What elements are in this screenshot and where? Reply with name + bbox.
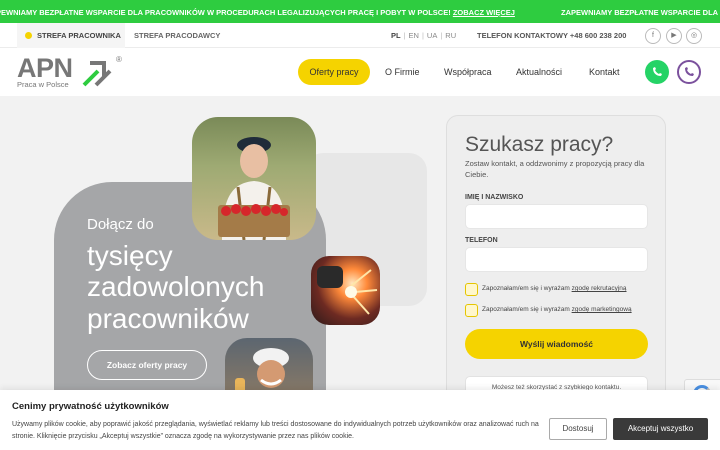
phone-input[interactable] [465,247,648,272]
recruitment-consent-link[interactable]: zgodę rekrutacyjną [572,285,627,292]
viber-icon[interactable] [677,60,701,84]
nav-job-offers[interactable]: Oferty pracy [298,59,370,85]
name-label: IMIĘ I NAZWISKO [465,194,524,201]
marketing-consent-link[interactable]: zgodę marketingową [572,306,632,313]
send-message-button[interactable]: Wyślij wiadomość [465,329,648,359]
ticker-message-repeat: ZAPEWNIAMY BEZPŁATNE WSPARCIE DLA P [561,8,720,17]
phone-label: TELEFON [465,237,498,244]
worker-zone-tab[interactable]: STREFA PRACOWNIKA [17,23,125,48]
lang-pl[interactable]: PL [391,31,401,40]
logo-subtitle: Praca w Polsce [17,80,69,89]
marketing-consent-checkbox[interactable] [465,304,478,317]
hero-join-text: Dołącz do [87,216,154,233]
nav-news[interactable]: Aktualności [516,59,562,85]
instagram-icon[interactable]: ◎ [686,28,702,44]
language-switcher: PL | EN | UA | RU [391,31,457,40]
cookie-banner: Cenimy prywatność użytkowników Używamy p… [0,390,720,450]
ticker-link[interactable]: ZOBACZ WIĘCEJ [453,8,515,17]
form-title: Szukasz pracy? [465,133,614,156]
announcement-ticker: PEWNIAMY BEZPŁATNE WSPARCIE DLA PRACOWNI… [0,0,720,23]
nav-about[interactable]: O Firmie [385,59,420,85]
view-job-offers-button[interactable]: Zobacz oferty pracy [87,350,207,380]
registered-mark: ® [116,55,122,64]
name-input[interactable] [465,204,648,229]
facebook-icon[interactable]: f [645,28,661,44]
whatsapp-icon[interactable] [645,60,669,84]
photo-construction-worker [225,338,313,398]
cookie-title: Cenimy prywatność użytkowników [12,401,169,412]
hero-headline-line1: tysięcy [87,240,173,271]
active-dot-icon [25,32,32,39]
hero-headline-line3: pracowników [87,303,249,334]
photo-welder [311,256,380,325]
recruitment-consent-checkbox[interactable] [465,283,478,296]
lang-ru[interactable]: RU [445,31,456,40]
form-subtitle: Zostaw kontakt, a oddzwonimy z propozycj… [465,159,645,179]
ticker-text: PEWNIAMY BEZPŁATNE WSPARCIE DLA PRACOWNI… [0,8,451,17]
cookie-customize-button[interactable]: Dostosuj [549,418,607,440]
main-header: APN ® Praca w Polsce Oferty pracy O Firm… [0,48,720,96]
ticker-message: PEWNIAMY BEZPŁATNE WSPARCIE DLA PRACOWNI… [0,8,515,17]
marketing-consent-label: Zapoznałam/em się i wyrażam zgodę market… [482,306,632,313]
contact-phone[interactable]: TELEFON KONTAKTOWY +48 600 238 200 [477,23,626,48]
top-bar: STREFA PRACOWNIKA STREFA PRACODAWCY PL | E… [0,23,720,48]
recruitment-consent-label: Zapoznałam/em się i wyrażam zgodę rekrut… [482,285,627,292]
youtube-icon[interactable]: ▶ [666,28,682,44]
photo-strawberry-worker [192,117,316,240]
nav-cooperation[interactable]: Współpraca [444,59,492,85]
lang-ua[interactable]: UA [427,31,437,40]
nav-contact[interactable]: Kontakt [589,59,620,85]
worker-zone-label: STREFA PRACOWNIKA [37,31,121,40]
employer-zone-tab[interactable]: STREFA PRACODAWCY [134,23,220,48]
cookie-accept-all-button[interactable]: Akceptuj wszystko [613,418,708,440]
hero-headline-line2: zadowolonych [87,271,265,302]
logo-arrows-icon [82,61,112,87]
cookie-text: Używamy plików cookie, aby poprawić jako… [12,421,539,440]
lang-en[interactable]: EN [409,31,419,40]
